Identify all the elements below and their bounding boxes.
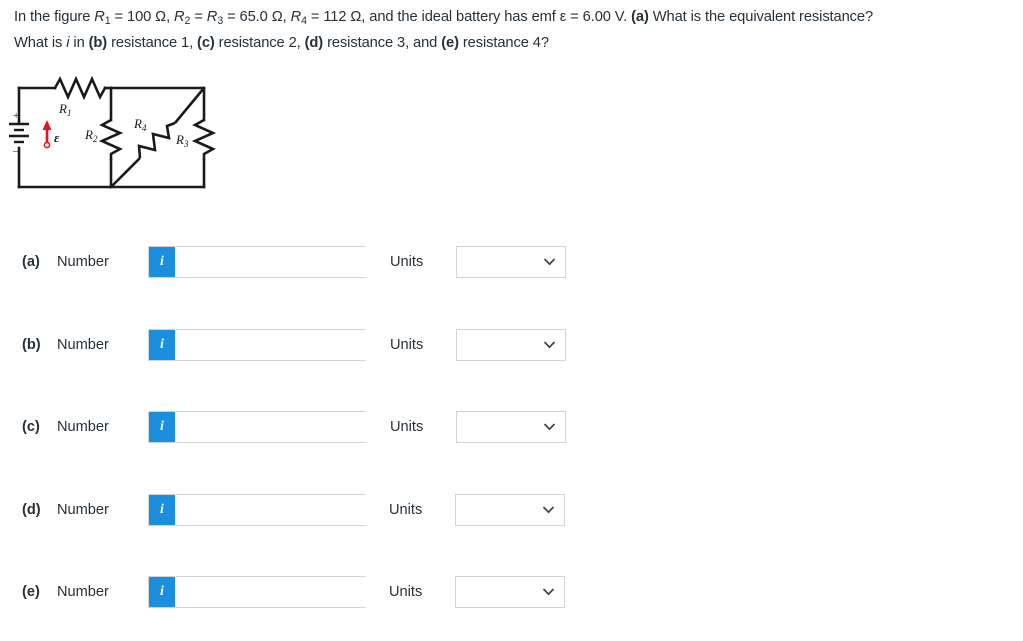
resistor-r2-zigzag [98, 118, 124, 160]
question-fragment: R [290, 9, 302, 25]
number-input-group-c: i [148, 411, 368, 443]
question-fragment: (a) [631, 9, 649, 25]
units-select-e[interactable] [455, 576, 565, 608]
question-fragment: = [190, 9, 207, 25]
question-fragment: resistance 3, and [323, 34, 442, 51]
wire-r4-lower [110, 157, 141, 188]
units-select-c[interactable] [456, 411, 566, 443]
question-fragment: resistance 1, [107, 34, 198, 51]
info-icon-c[interactable]: i [149, 412, 175, 442]
question-fragment: R [206, 9, 218, 25]
label-r1: R1 [58, 101, 71, 118]
row-tag-c: (c) [22, 419, 40, 435]
number-input-d[interactable] [175, 495, 368, 525]
row-tag-d: (d) [22, 502, 41, 518]
circuit-figure: + – ε R1 R2 R3 R4 [8, 72, 238, 200]
row-tag-a: (a) [22, 254, 40, 270]
units-label-b: Units [390, 337, 424, 353]
units-label-e: Units [389, 584, 423, 600]
question-fragment: = 65.0 Ω, [223, 9, 291, 25]
wire-r4-upper [173, 87, 206, 124]
answer-row-c: (c) Number i Units [0, 411, 620, 445]
number-label-e: Number [57, 584, 109, 600]
info-icon-b[interactable]: i [149, 330, 175, 360]
question-prompt: In the figure R1 = 100 Ω, R2 = R3 = 65.0… [14, 6, 1014, 54]
question-fragment: What is the equivalent resistance? [648, 9, 874, 25]
row-tag-e: (e) [22, 584, 40, 600]
number-label-b: Number [57, 337, 109, 353]
label-r4: R4 [133, 116, 147, 133]
number-input-e[interactable] [175, 577, 368, 607]
battery-minus-sign: – [12, 145, 19, 157]
resistor-r3-zigzag [191, 118, 217, 160]
number-input-group-a: i [148, 246, 368, 278]
units-label-c: Units [390, 419, 424, 435]
label-r3: R3 [175, 132, 189, 149]
answer-row-e: (e) Number i Units [0, 576, 620, 610]
number-input-group-b: i [148, 329, 368, 361]
units-select-b[interactable] [456, 329, 566, 361]
number-label-c: Number [57, 419, 109, 435]
battery-plus-sign: + [13, 110, 19, 122]
number-input-c[interactable] [175, 412, 368, 442]
info-icon-d[interactable]: i [149, 495, 175, 525]
question-fragment: R [94, 9, 105, 25]
question-fragment: resistance 4? [458, 34, 549, 51]
row-tag-b: (b) [22, 337, 41, 353]
number-input-group-e: i [148, 576, 368, 608]
question-fragment: = 100 Ω, [110, 9, 175, 25]
answer-row-b: (b) Number i Units [0, 329, 620, 363]
units-label-a: Units [390, 254, 424, 270]
question-fragment: (c) [197, 34, 215, 51]
units-select-d[interactable] [455, 494, 565, 526]
units-select-a[interactable] [456, 246, 566, 278]
number-label-a: Number [57, 254, 109, 270]
question-fragment: What is [14, 34, 67, 51]
label-r2: R2 [84, 127, 98, 144]
number-input-group-d: i [148, 494, 368, 526]
info-icon-a[interactable]: i [149, 247, 175, 277]
question-line-1: In the figure R1 = 100 Ω, R2 = R3 = 65.0… [14, 6, 1014, 32]
answer-row-d: (d) Number i Units [0, 494, 620, 528]
number-label-d: Number [57, 502, 109, 518]
question-fragment: (e) [441, 34, 459, 51]
question-fragment: R [174, 9, 185, 25]
units-label-d: Units [389, 502, 423, 518]
question-line-2: What is i in (b) resistance 1, (c) resis… [14, 32, 1014, 54]
emf-label: ε [54, 130, 60, 145]
question-fragment: (d) [304, 34, 324, 51]
question-fragment: In the figure [14, 9, 95, 25]
circuit-diagram-svg: + – ε R1 R2 R3 R4 [9, 75, 217, 189]
number-input-a[interactable] [175, 247, 368, 277]
question-fragment: = 112 Ω, and the ideal battery has emf ε… [306, 9, 632, 25]
resistor-r1-zigzag [53, 75, 107, 101]
number-input-b[interactable] [175, 330, 368, 360]
answer-row-a: (a) Number i Units [0, 246, 620, 280]
question-fragment: resistance 2, [214, 34, 305, 51]
question-fragment: in [69, 34, 89, 51]
emf-arrow-icon [42, 120, 52, 149]
info-icon-e[interactable]: i [149, 577, 175, 607]
question-fragment: (b) [88, 34, 108, 51]
